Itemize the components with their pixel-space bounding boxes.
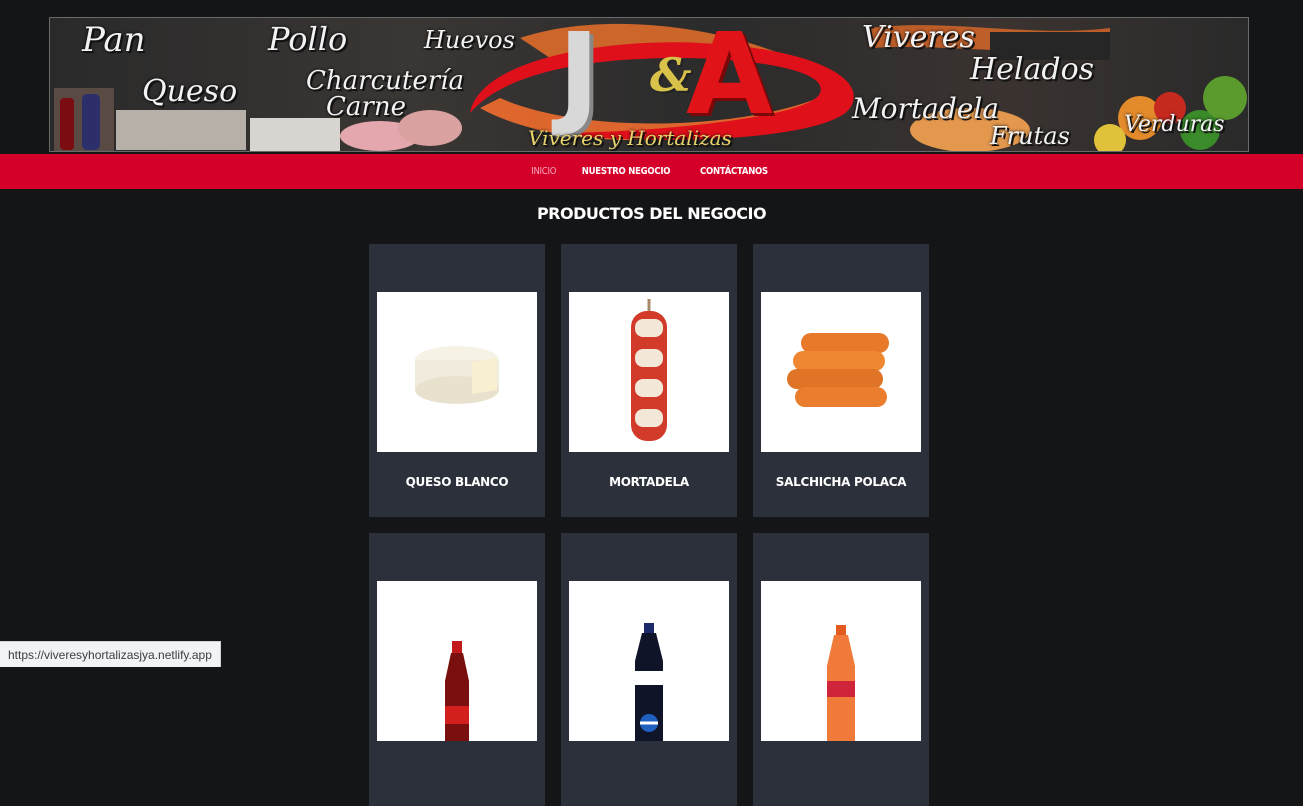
pepsi-bottle-icon — [635, 623, 663, 741]
banner-word-pollo: Pollo — [268, 20, 348, 58]
product-card[interactable]: Mortadela — [561, 244, 737, 517]
hero-banner: Pan Pollo Huevos Queso Charcutería Carne… — [49, 17, 1249, 152]
product-image-salchicha-polaca — [761, 292, 921, 452]
banner-word-verduras: Verduras — [1124, 112, 1225, 137]
banner-word-carne: Carne — [326, 92, 406, 122]
product-card[interactable]: Salchicha Polaca — [753, 244, 929, 517]
logo-j: J — [558, 17, 600, 140]
product-image-orange-soda — [761, 581, 921, 741]
product-image-coca-cola — [377, 581, 537, 741]
banner-word-mortadela: Mortadela — [852, 92, 999, 125]
top-strip — [0, 0, 1303, 17]
orange-soda-bottle-icon — [827, 625, 855, 741]
nav-link-inicio[interactable]: Inicio — [531, 166, 556, 177]
nav-link-nuestro-negocio[interactable]: Nuestro negocio — [582, 166, 671, 177]
cheese-wheel-icon — [415, 346, 499, 404]
banner-word-frutas: Frutas — [990, 122, 1070, 150]
section-title: Productos del negocio — [536, 204, 767, 223]
banner-tagline: Viveres y Hortalizas — [528, 126, 732, 150]
main-nav: Inicio Nuestro negocio Contáctanos — [0, 154, 1303, 189]
nav-link-contactanos[interactable]: Contáctanos — [700, 166, 768, 177]
banner-word-pan: Pan — [82, 20, 146, 60]
product-card[interactable]: Queso Blanco — [369, 244, 545, 517]
banner-word-huevos: Huevos — [424, 26, 515, 54]
product-image-pepsi — [569, 581, 729, 741]
logo-a: A — [686, 17, 773, 140]
mortadela-roll-icon — [631, 299, 667, 441]
status-bar-url: https://viveresyhortalizasjya.netlify.ap… — [0, 641, 221, 667]
banner-word-queso: Queso — [142, 74, 238, 109]
product-name: Queso Blanco — [405, 475, 509, 489]
product-name: Mortadela — [609, 475, 689, 489]
product-card[interactable] — [753, 533, 929, 806]
product-card[interactable] — [369, 533, 545, 806]
banner-word-helados: Helados — [970, 52, 1095, 87]
banner-word-viveres: Viveres — [862, 20, 975, 55]
product-image-mortadela — [569, 292, 729, 452]
coca-cola-bottle-icon — [445, 641, 469, 741]
product-card[interactable] — [561, 533, 737, 806]
product-grid: Queso Blanco Mortadela Salchicha Polaca — [369, 244, 929, 806]
product-name: Salchicha Polaca — [775, 475, 907, 489]
product-image-queso-blanco — [377, 292, 537, 452]
sausages-icon — [787, 333, 889, 407]
